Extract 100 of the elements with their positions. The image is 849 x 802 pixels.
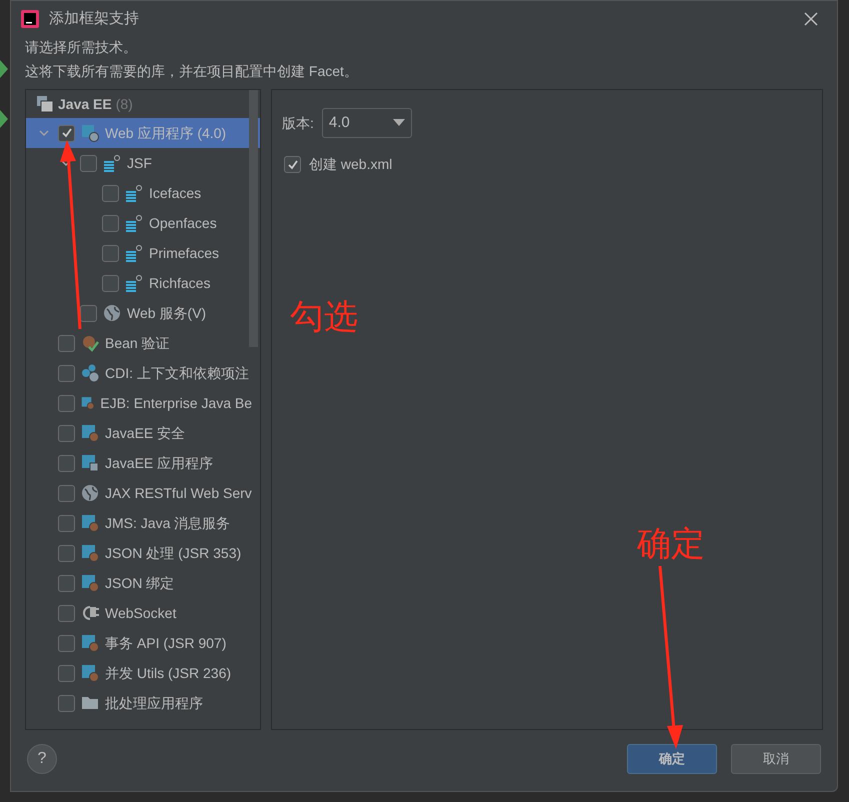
checkbox[interactable] bbox=[58, 544, 75, 562]
scrollbar[interactable] bbox=[249, 90, 258, 347]
module-icon bbox=[81, 664, 99, 682]
checkbox[interactable] bbox=[58, 514, 75, 532]
item-label: JMS: Java 消息服务 bbox=[105, 514, 230, 532]
tree-item[interactable]: Web 服务(V) bbox=[26, 298, 260, 328]
checkbox[interactable] bbox=[284, 156, 301, 173]
folder-icon bbox=[81, 694, 99, 712]
item-label: Richfaces bbox=[149, 274, 210, 292]
item-label: EJB: Enterprise Java Be bbox=[100, 394, 252, 413]
cancel-button[interactable]: 取消 bbox=[731, 744, 821, 774]
stack-icon bbox=[125, 184, 143, 202]
plug-icon bbox=[81, 604, 99, 622]
stack-icon bbox=[103, 154, 121, 172]
web-module-icon bbox=[81, 124, 99, 142]
group-count: (8) bbox=[116, 94, 133, 114]
checkmark-icon bbox=[60, 127, 72, 139]
item-label: Openfaces bbox=[149, 214, 217, 233]
tree-item[interactable]: JAX RESTful Web Serv bbox=[26, 478, 260, 508]
module-icon bbox=[81, 634, 99, 652]
caret-icon bbox=[392, 119, 405, 127]
tree-item[interactable]: JSON 处理 (JSR 353) bbox=[26, 538, 260, 568]
tree-item[interactable]: 事务 API (JSR 907) bbox=[26, 628, 260, 658]
item-label: JAX RESTful Web Serv bbox=[105, 484, 252, 502]
tree-item[interactable]: JavaEE 安全 bbox=[26, 418, 260, 448]
globe-icon bbox=[103, 304, 121, 322]
checkbox[interactable] bbox=[58, 364, 75, 382]
checkbox[interactable] bbox=[58, 604, 75, 622]
checkbox[interactable] bbox=[58, 454, 75, 472]
tree-item[interactable]: JSON 绑定 bbox=[26, 568, 260, 598]
item-label: 事务 API (JSR 907) bbox=[105, 634, 226, 653]
checkbox[interactable] bbox=[58, 664, 75, 682]
annotation-text: 勾选 bbox=[290, 300, 358, 334]
intro-text: 这将下载所有需要的库，并在项目配置中创建 Facet。 bbox=[25, 62, 359, 81]
module-icon bbox=[81, 544, 99, 562]
item-label: JavaEE 应用程序 bbox=[105, 454, 214, 472]
tree-item[interactable]: Richfaces bbox=[26, 268, 260, 298]
tree-item[interactable]: JavaEE 应用程序 bbox=[26, 448, 260, 478]
run-marker-icon bbox=[0, 60, 8, 78]
item-label: JSON 绑定 bbox=[105, 574, 174, 592]
java-ee-icon bbox=[36, 95, 54, 113]
stack-icon bbox=[125, 274, 143, 292]
item-label: JSON 处理 (JSR 353) bbox=[105, 544, 242, 563]
version-label: 版本: bbox=[282, 114, 314, 132]
checkbox[interactable] bbox=[58, 334, 75, 352]
close-icon bbox=[804, 12, 818, 26]
module-icon bbox=[81, 394, 94, 412]
tree-item[interactable]: Icefaces bbox=[26, 178, 260, 208]
checkmark-icon bbox=[286, 158, 298, 170]
checkbox[interactable] bbox=[80, 154, 97, 172]
run-marker-icon bbox=[0, 110, 8, 128]
stack-icon bbox=[125, 214, 143, 232]
checkbox[interactable] bbox=[58, 694, 75, 712]
tree-item[interactable]: WebSocket bbox=[26, 598, 260, 628]
item-label: 并发 Utils (JSR 236) bbox=[105, 664, 232, 683]
item-label: CDI: 上下文和依赖项注 bbox=[105, 364, 249, 382]
tree-item[interactable]: JSF bbox=[26, 148, 260, 178]
intro-text: 请选择所需技术。 bbox=[25, 38, 138, 57]
tree-item[interactable]: Primefaces bbox=[26, 238, 260, 268]
item-label: JSF bbox=[127, 154, 152, 172]
app-logo-icon bbox=[21, 10, 39, 28]
checkbox[interactable] bbox=[80, 304, 97, 322]
checkbox[interactable] bbox=[58, 394, 75, 412]
checkbox[interactable] bbox=[102, 244, 119, 262]
checkbox[interactable] bbox=[102, 274, 119, 292]
item-label: JavaEE 安全 bbox=[105, 424, 186, 442]
beans-icon bbox=[81, 364, 99, 382]
checkbox[interactable] bbox=[58, 424, 75, 442]
globe-icon bbox=[81, 484, 99, 502]
item-label: 批处理应用程序 bbox=[105, 694, 203, 712]
checkbox[interactable] bbox=[58, 484, 75, 502]
checkbox[interactable] bbox=[102, 184, 119, 202]
item-label: Primefaces bbox=[149, 244, 220, 262]
item-label: Bean 验证 bbox=[105, 334, 170, 352]
item-label: WebSocket bbox=[105, 604, 176, 622]
ok-button[interactable]: 确定 bbox=[627, 744, 717, 774]
tree-item[interactable]: 并发 Utils (JSR 236) bbox=[26, 658, 260, 688]
item-label: Icefaces bbox=[149, 184, 202, 202]
module-icon bbox=[81, 574, 99, 592]
tree-item[interactable]: Openfaces bbox=[26, 208, 260, 238]
item-label: Web 服务(V) bbox=[127, 304, 206, 323]
version-dropdown[interactable]: 4.0 bbox=[322, 108, 412, 138]
checkbox[interactable] bbox=[58, 574, 75, 592]
tree-item[interactable]: 批处理应用程序 bbox=[26, 688, 260, 718]
tree-item[interactable]: EJB: Enterprise Java Be bbox=[26, 388, 260, 418]
checkbox[interactable] bbox=[58, 634, 75, 652]
window-title: 添加框架支持 bbox=[49, 8, 140, 29]
tree-item[interactable]: Bean 验证 bbox=[26, 328, 260, 358]
tree-item[interactable]: CDI: 上下文和依赖项注 bbox=[26, 358, 260, 388]
checkbox-label: 创建 web.xml bbox=[309, 155, 392, 174]
module-icon bbox=[81, 424, 99, 442]
tree-item[interactable]: JMS: Java 消息服务 bbox=[26, 508, 260, 538]
checkbox[interactable] bbox=[58, 124, 75, 142]
module-icon bbox=[81, 514, 99, 532]
application-icon bbox=[81, 454, 99, 472]
help-button[interactable]: ? bbox=[27, 744, 57, 774]
checkbox[interactable] bbox=[102, 214, 119, 232]
item-label: Web 应用程序 (4.0) bbox=[105, 124, 226, 143]
group-title: Java EE bbox=[58, 94, 112, 114]
annotation-text: 确定 bbox=[637, 527, 705, 561]
